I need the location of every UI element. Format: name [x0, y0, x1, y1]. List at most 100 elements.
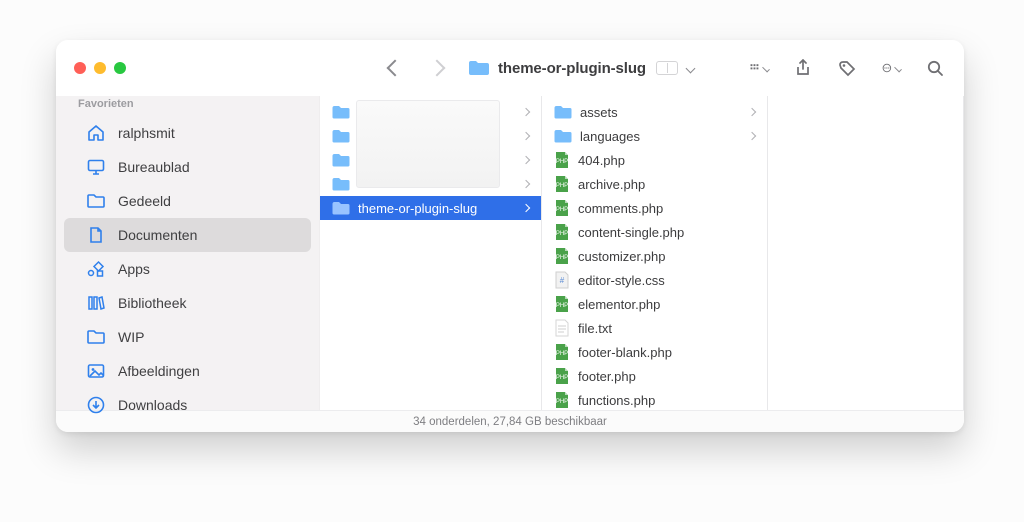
library-icon: [86, 293, 106, 313]
row-label: elementor.php: [578, 297, 660, 312]
sidebar-item-wip[interactable]: WIP: [64, 320, 311, 354]
sidebar-item-label: Gedeeld: [118, 193, 171, 209]
toolbar: theme-or-plugin-slug: [56, 40, 964, 96]
status-text: 34 onderdelen, 27,84 GB beschikbaar: [413, 416, 607, 428]
columns-toggle-icon: [656, 61, 678, 75]
chevron-right-icon: [748, 108, 756, 116]
sidebar-item-label: ralphsmit: [118, 125, 175, 141]
svg-text:PHP: PHP: [556, 207, 568, 213]
row-label: functions.php: [578, 393, 655, 408]
search-button[interactable]: [926, 59, 944, 77]
chevron-down-icon: [686, 63, 696, 73]
minimize-window-button[interactable]: [94, 62, 106, 74]
file-row[interactable]: # editor-style.css: [542, 268, 767, 292]
svg-text:PHP: PHP: [556, 255, 568, 261]
traffic-lights: [56, 62, 126, 74]
apps-icon: [86, 259, 106, 279]
file-row[interactable]: PHP 404.php: [542, 148, 767, 172]
doc-icon: [86, 225, 106, 245]
close-window-button[interactable]: [74, 62, 86, 74]
sidebar: Favorieten ralphsmitBureaubladGedeeldDoc…: [56, 96, 320, 410]
tags-button[interactable]: [838, 59, 856, 77]
folder-row[interactable]: [320, 172, 541, 196]
toolbar-actions: [750, 59, 964, 77]
finder-window: theme-or-plugin-slug: [56, 40, 964, 432]
sidebar-item-ralphsmit[interactable]: ralphsmit: [64, 116, 311, 150]
path-title[interactable]: theme-or-plugin-slug: [468, 60, 694, 77]
svg-text:#: #: [560, 276, 565, 285]
sidebar-item-label: Downloads: [118, 397, 187, 413]
folder-icon: [86, 327, 106, 347]
svg-text:PHP: PHP: [556, 375, 568, 381]
row-label: languages: [580, 129, 640, 144]
view-options-button[interactable]: [750, 59, 768, 77]
row-label: content-single.php: [578, 225, 684, 240]
more-button[interactable]: [882, 59, 900, 77]
row-label: theme-or-plugin-slug: [358, 201, 477, 216]
folder-row[interactable]: [320, 124, 541, 148]
column-2[interactable]: assetslanguagesPHP404.phpPHParchive.phpP…: [542, 96, 768, 410]
sidebar-item-downloads[interactable]: Downloads: [64, 388, 311, 422]
desktop-icon: [86, 157, 106, 177]
sidebar-item-documenten[interactable]: Documenten: [64, 218, 311, 252]
share-button[interactable]: [794, 59, 812, 77]
nav-arrows: [386, 59, 446, 77]
file-row[interactable]: PHP customizer.php: [542, 244, 767, 268]
file-row[interactable]: file.txt: [542, 316, 767, 340]
file-row[interactable]: PHP content-single.php: [542, 220, 767, 244]
row-label: file.txt: [578, 321, 612, 336]
svg-text:PHP: PHP: [556, 399, 568, 405]
row-label: 404.php: [578, 153, 625, 168]
svg-text:PHP: PHP: [556, 351, 568, 357]
column-1[interactable]: theme-or-plugin-slug: [320, 96, 542, 410]
row-label: assets: [580, 105, 618, 120]
chevron-right-icon: [522, 132, 530, 140]
sidebar-item-label: Bureaublad: [118, 159, 190, 175]
chevron-right-icon: [522, 180, 530, 188]
back-button[interactable]: [386, 59, 404, 77]
folder-row[interactable]: languages: [542, 124, 767, 148]
row-label: customizer.php: [578, 249, 665, 264]
file-row[interactable]: PHP elementor.php: [542, 292, 767, 316]
sidebar-item-label: Bibliotheek: [118, 295, 187, 311]
home-icon: [86, 123, 106, 143]
chevron-right-icon: [522, 156, 530, 164]
sidebar-item-bureaublad[interactable]: Bureaublad: [64, 150, 311, 184]
sidebar-item-bibliotheek[interactable]: Bibliotheek: [64, 286, 311, 320]
forward-button[interactable]: [428, 59, 446, 77]
folder-row[interactable]: [320, 148, 541, 172]
svg-text:PHP: PHP: [556, 303, 568, 309]
row-label: comments.php: [578, 201, 663, 216]
svg-text:PHP: PHP: [556, 159, 568, 165]
folder-row-selected[interactable]: theme-or-plugin-slug: [320, 196, 541, 220]
sidebar-item-label: Apps: [118, 261, 150, 277]
file-row[interactable]: PHP comments.php: [542, 196, 767, 220]
image-icon: [86, 361, 106, 381]
sidebar-item-label: WIP: [118, 329, 144, 345]
svg-text:PHP: PHP: [556, 231, 568, 237]
folder-row[interactable]: assets: [542, 100, 767, 124]
file-row[interactable]: PHP functions.php: [542, 388, 767, 410]
sidebar-item-afbeeldingen[interactable]: Afbeeldingen: [64, 354, 311, 388]
folder-icon: [468, 60, 490, 76]
row-label: editor-style.css: [578, 273, 665, 288]
column-browser: theme-or-plugin-slug assets languages PHP 4…: [320, 96, 964, 410]
folder-row[interactable]: [320, 100, 541, 124]
row-label: footer-blank.php: [578, 345, 672, 360]
file-row[interactable]: PHP archive.php: [542, 172, 767, 196]
file-row[interactable]: PHP footer-blank.php: [542, 340, 767, 364]
row-label: footer.php: [578, 369, 636, 384]
sidebar-item-gedeeld[interactable]: Gedeeld: [64, 184, 311, 218]
zoom-window-button[interactable]: [114, 62, 126, 74]
column-3[interactable]: [768, 96, 964, 410]
sidebar-item-label: Afbeeldingen: [118, 363, 200, 379]
sidebar-item-label: Documenten: [118, 227, 197, 243]
path-title-label: theme-or-plugin-slug: [498, 60, 646, 77]
row-label: archive.php: [578, 177, 645, 192]
chevron-right-icon: [748, 132, 756, 140]
sidebar-item-apps[interactable]: Apps: [64, 252, 311, 286]
chevron-right-icon: [522, 108, 530, 116]
svg-text:PHP: PHP: [556, 183, 568, 189]
file-row[interactable]: PHP footer.php: [542, 364, 767, 388]
chevron-right-icon: [522, 204, 530, 212]
